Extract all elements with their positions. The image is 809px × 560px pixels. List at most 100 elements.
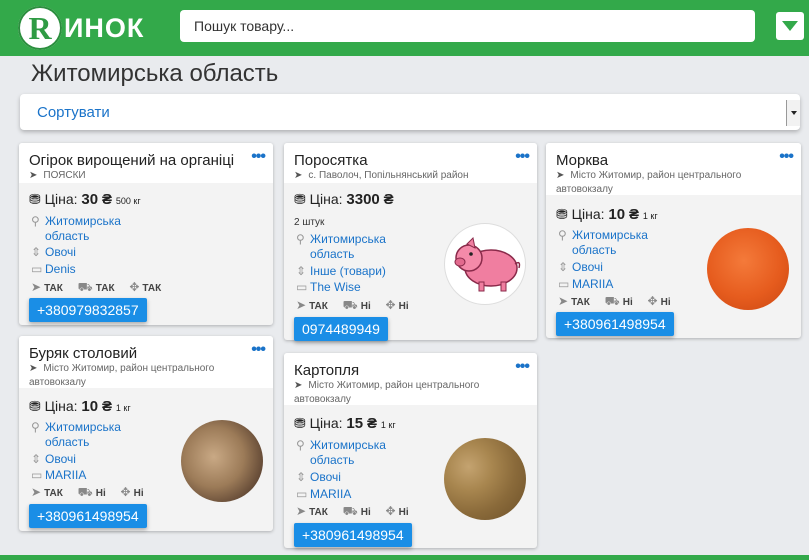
- card-title[interactable]: Поросятка: [294, 152, 368, 169]
- coins-icon: ⛃: [29, 191, 41, 207]
- region-link[interactable]: ⚲ Житомирська область: [31, 420, 135, 450]
- more-options-icon[interactable]: •••: [515, 359, 530, 375]
- more-options-icon[interactable]: •••: [779, 149, 794, 165]
- delivery-flags: ➤ ТАК ⛟ Ні ✥ Ні: [296, 298, 409, 312]
- card-title[interactable]: Буряк столовий: [29, 345, 137, 362]
- map-marker-icon: ⚲: [558, 228, 567, 242]
- seller-link[interactable]: ▭ The Wise: [296, 280, 361, 295]
- price: ⛃ Ціна: 10 ₴ 1 кг: [29, 398, 131, 415]
- category-link[interactable]: ⇕ Інше (товари): [296, 264, 386, 279]
- arrows-icon: ✥: [647, 294, 658, 308]
- more-options-icon[interactable]: •••: [251, 342, 266, 358]
- menu-dropdown-button[interactable]: [776, 12, 804, 40]
- location-arrow-icon: ➤: [31, 485, 42, 499]
- product-card[interactable]: Картопля ••• ➤ Місто Житомир, район центр…: [284, 353, 537, 548]
- region-link[interactable]: ⚲ Житомирська область: [31, 214, 135, 244]
- phone-button[interactable]: 0974489949: [294, 317, 388, 341]
- product-photo[interactable]: [707, 228, 789, 310]
- region-link[interactable]: ⚲ Житомирська область: [296, 232, 400, 262]
- phone-button[interactable]: +380961498954: [29, 504, 147, 528]
- truck-icon: ⛟: [604, 294, 620, 308]
- card-location: ➤ Місто Житомир, район центрального автов…: [556, 170, 742, 195]
- sort-label: Сортувати: [37, 104, 110, 121]
- card-header: Буряк столовий ••• ➤ Місто Житомир, район…: [19, 336, 273, 388]
- category-link[interactable]: ⇕ Овочі: [296, 470, 341, 485]
- search-input[interactable]: [180, 10, 755, 42]
- logo-letter: R: [28, 9, 52, 46]
- sort-select[interactable]: Сортувати: [20, 94, 800, 130]
- product-card[interactable]: Огірок вирощений на органіці ••• ➤ ПОЯСКИ…: [19, 143, 273, 325]
- price: ⛃ Ціна: 3300 ₴: [294, 191, 394, 208]
- more-options-icon[interactable]: •••: [515, 149, 530, 165]
- location-arrow-icon: ➤: [294, 380, 303, 391]
- card-title[interactable]: Морква: [556, 152, 608, 169]
- product-photo[interactable]: [444, 438, 526, 520]
- location-arrow-icon: ➤: [296, 504, 307, 518]
- page-title: Житомирська область: [31, 60, 279, 87]
- card-title[interactable]: Огірок вирощений на органіці: [29, 152, 234, 169]
- sort-icon: ⇕: [558, 260, 569, 274]
- truck-icon: ⛟: [342, 504, 358, 518]
- region-link[interactable]: ⚲ Житомирська область: [296, 438, 400, 468]
- store-icon: ▭: [296, 280, 308, 294]
- card-location: ➤ Місто Житомир, район центрального автов…: [29, 363, 215, 388]
- map-marker-icon: ⚲: [31, 214, 40, 228]
- delivery-flags: ➤ ТАК ⛟ Ні ✥ Ні: [31, 485, 144, 499]
- price: ⛃ Ціна: 10 ₴ 1 кг: [556, 206, 658, 223]
- more-options-icon[interactable]: •••: [251, 149, 266, 165]
- phone-button[interactable]: +380979832857: [29, 298, 147, 322]
- truck-icon: ⛟: [77, 485, 93, 499]
- logo-badge: R: [18, 6, 62, 50]
- sort-icon: ⇕: [31, 245, 42, 259]
- store-icon: ▭: [558, 277, 570, 291]
- region-link[interactable]: ⚲ Житомирська область: [558, 228, 662, 258]
- map-marker-icon: ⚲: [296, 438, 305, 452]
- delivery-flags: ➤ ТАК ⛟ Ні ✥ Ні: [558, 294, 671, 308]
- header-bar: R ИНОК: [0, 0, 809, 56]
- arrows-icon: ✥: [385, 504, 396, 518]
- category-link[interactable]: ⇕ Овочі: [558, 260, 603, 275]
- seller-link[interactable]: ▭ MARIIA: [296, 487, 351, 502]
- footer-bar: [0, 555, 809, 560]
- phone-button[interactable]: +380961498954: [556, 312, 674, 336]
- coins-icon: ⛃: [294, 191, 306, 207]
- card-title[interactable]: Картопля: [294, 362, 359, 379]
- card-location: ➤ ПОЯСКИ: [29, 170, 86, 181]
- product-card[interactable]: Поросятка ••• ➤ с. Паволоч, Попільнянськи…: [284, 143, 537, 341]
- coins-icon: ⛃: [294, 415, 306, 431]
- coins-icon: ⛃: [29, 398, 41, 414]
- category-link[interactable]: ⇕ Овочі: [31, 452, 76, 467]
- card-header: Морква ••• ➤ Місто Житомир, район централ…: [546, 143, 801, 195]
- price: ⛃ Ціна: 30 ₴ 500 кг: [29, 191, 141, 208]
- arrows-icon: ✥: [120, 485, 131, 499]
- location-arrow-icon: ➤: [556, 170, 565, 181]
- product-photo[interactable]: [444, 223, 526, 305]
- truck-icon: ⛟: [77, 280, 93, 294]
- truck-icon: ⛟: [342, 298, 358, 312]
- pig-illustration-icon: [454, 236, 521, 292]
- card-header: Огірок вирощений на органіці ••• ➤ ПОЯСКИ: [19, 143, 273, 183]
- delivery-flags: ➤ ТАК ⛟ Ні ✥ Ні: [296, 504, 409, 518]
- sort-icon: ⇕: [296, 470, 307, 484]
- product-card[interactable]: Морква ••• ➤ Місто Житомир, район централ…: [546, 143, 801, 338]
- location-arrow-icon: ➤: [31, 280, 42, 294]
- arrows-icon: ✥: [385, 298, 396, 312]
- sort-icon: ⇕: [296, 264, 307, 278]
- card-location: ➤ с. Паволоч, Попільнянський район: [294, 170, 469, 181]
- logo[interactable]: R ИНОК: [18, 4, 144, 52]
- map-marker-icon: ⚲: [31, 420, 40, 434]
- coins-icon: ⛃: [556, 206, 568, 222]
- product-card[interactable]: Буряк столовий ••• ➤ Місто Житомир, район…: [19, 336, 273, 531]
- category-link[interactable]: ⇕ Овочі: [31, 245, 76, 260]
- seller-link[interactable]: ▭ Denis: [31, 262, 76, 277]
- card-header: Картопля ••• ➤ Місто Житомир, район центр…: [284, 353, 537, 405]
- store-icon: ▭: [296, 487, 308, 501]
- map-marker-icon: ⚲: [296, 232, 305, 246]
- seller-link[interactable]: ▭ MARIIA: [558, 277, 613, 292]
- logo-text: ИНОК: [64, 12, 145, 43]
- phone-button[interactable]: +380961498954: [294, 523, 412, 547]
- seller-link[interactable]: ▭ MARIIA: [31, 468, 86, 483]
- sort-caret-icon[interactable]: [786, 100, 800, 126]
- price: ⛃ Ціна: 15 ₴ 1 кг: [294, 415, 396, 432]
- product-photo[interactable]: [181, 420, 263, 502]
